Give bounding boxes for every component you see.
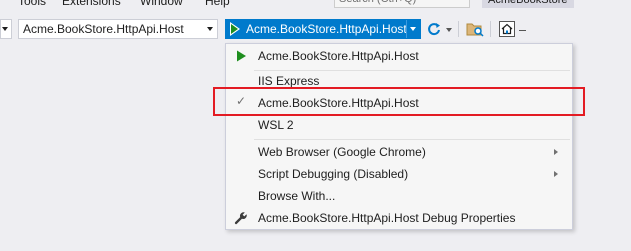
menu-item-label: IIS Express	[258, 74, 320, 88]
wrench-icon	[234, 212, 247, 225]
play-icon	[237, 50, 246, 62]
run-button-label: Acme.BookStore.HttpApi.Host	[246, 22, 407, 36]
menu-item-wsl[interactable]: WSL 2	[226, 114, 572, 136]
refresh-icon[interactable]	[427, 21, 441, 37]
menu-extensions[interactable]: Extensions	[62, 0, 121, 8]
startup-project-combo[interactable]: Acme.BookStore.HttpApi.Host	[18, 19, 218, 39]
toolbar-separator	[458, 21, 459, 37]
run-button[interactable]: Acme.BookStore.HttpApi.Host	[225, 19, 421, 39]
menu-item-label: Acme.BookStore.HttpApi.Host	[258, 49, 419, 63]
menu-item-label: WSL 2	[258, 118, 294, 132]
menu-item-label: Acme.BookStore.HttpApi.Host Debug Proper…	[258, 211, 516, 225]
home-icon[interactable]	[499, 21, 515, 37]
menu-item-label: Web Browser (Google Chrome)	[258, 145, 426, 159]
menu-item-label: Browse With...	[258, 189, 336, 203]
toolbar: Acme.BookStore.HttpApi.Host Acme.BookSto…	[0, 14, 631, 44]
menu-item-start-host[interactable]: Acme.BookStore.HttpApi.Host	[226, 45, 572, 67]
play-icon	[230, 22, 240, 36]
chevron-down-icon[interactable]	[446, 28, 452, 32]
solution-name: AcmeBookStore	[482, 0, 574, 8]
highlight-box	[213, 87, 585, 116]
launch-profile-menu: Acme.BookStore.HttpApi.Host IIS Express …	[225, 43, 573, 230]
overflow-icon[interactable]	[519, 30, 526, 31]
run-dropdown-toggle[interactable]	[406, 20, 418, 38]
menu-item-label: Script Debugging (Disabled)	[258, 167, 409, 181]
menu-window[interactable]: Window	[140, 0, 183, 8]
menu-item-browse-with[interactable]: Browse With...	[226, 185, 572, 207]
submenu-arrow-icon	[554, 149, 558, 155]
chevron-down-icon	[2, 27, 8, 31]
menu-divider	[254, 139, 570, 140]
menu-help[interactable]: Help	[205, 0, 230, 8]
chevron-down-icon	[207, 27, 213, 31]
submenu-arrow-icon	[554, 171, 558, 177]
menu-bar: Tools Extensions Window Help Search (Ctr…	[0, 0, 631, 14]
menu-item-web-browser[interactable]: Web Browser (Google Chrome)	[226, 141, 572, 163]
menu-item-script-debugging[interactable]: Script Debugging (Disabled)	[226, 163, 572, 185]
startup-project-label: Acme.BookStore.HttpApi.Host	[23, 22, 184, 36]
toolbar-separator	[490, 21, 491, 37]
configuration-combo[interactable]	[0, 19, 12, 39]
menu-tools[interactable]: Tools	[18, 0, 46, 8]
search-input[interactable]: Search (Ctrl+Q)	[334, 0, 470, 8]
menu-item-debug-properties[interactable]: Acme.BookStore.HttpApi.Host Debug Proper…	[226, 207, 572, 229]
folder-search-icon[interactable]	[466, 21, 484, 37]
